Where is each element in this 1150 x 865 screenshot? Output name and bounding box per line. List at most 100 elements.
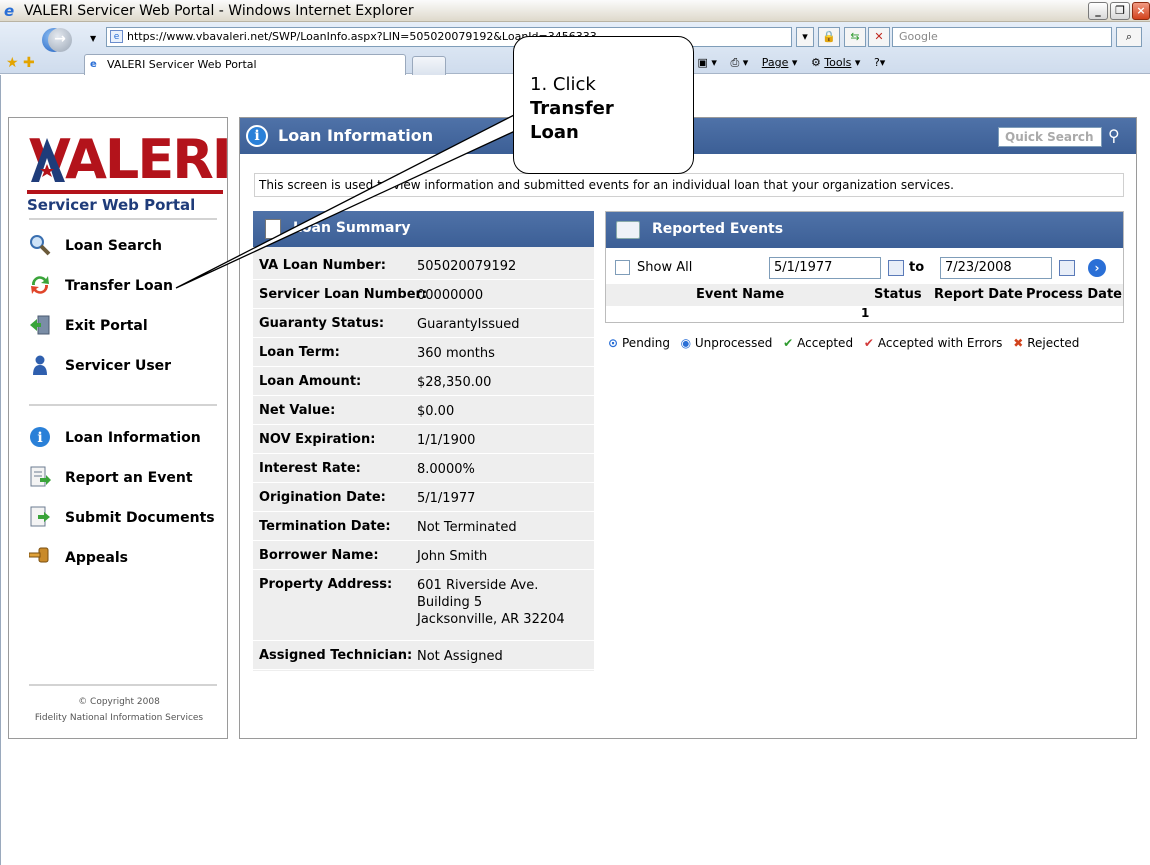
refresh-icon[interactable]: ⇆: [844, 27, 866, 47]
legend-label: Accepted with Errors: [877, 336, 1003, 350]
column-header[interactable]: Event Name: [696, 287, 784, 302]
summary-value: Not Terminated: [417, 520, 517, 535]
to-label: to: [909, 260, 925, 275]
from-date-input[interactable]: 5/1/1977: [769, 257, 881, 279]
nav-label: Appeals: [65, 550, 128, 566]
close-button[interactable]: ×: [1132, 2, 1150, 20]
feeds-icon[interactable]: ▣ ▾: [698, 56, 717, 69]
summary-label: VA Loan Number:: [259, 258, 386, 273]
user-icon: [33, 355, 47, 375]
column-header[interactable]: Process Date: [1026, 287, 1122, 302]
checkmark-error-icon: ✔: [863, 336, 874, 350]
new-tab-button[interactable]: [412, 56, 446, 76]
x-icon: ✖: [1013, 336, 1024, 350]
magnifier-icon: [30, 235, 51, 256]
legend-accepted-errors: ✔ Accepted with Errors: [862, 336, 1003, 350]
transfer-arrows-icon: [31, 276, 49, 294]
flag-icon: [31, 138, 65, 182]
summary-label: Interest Rate:: [259, 461, 361, 476]
notebook-icon: [265, 219, 281, 239]
summary-row: Loan Term: 360 months: [253, 339, 594, 367]
stop-icon[interactable]: ✕: [868, 27, 890, 47]
legend-label: Accepted: [797, 336, 854, 350]
summary-label: Termination Date:: [259, 519, 391, 534]
to-date-input[interactable]: 7/23/2008: [940, 257, 1052, 279]
summary-row: Loan Amount: $28,350.00: [253, 368, 594, 396]
search-icon[interactable]: ⌕: [1116, 27, 1142, 47]
reported-events-title: Reported Events: [652, 221, 784, 237]
window-titlebar: e VALERI Servicer Web Portal - Windows I…: [0, 0, 1150, 22]
valeri-logo: VALERI Servicer Web Portal: [25, 132, 232, 222]
legend-label: Unprocessed: [694, 336, 773, 350]
tools-menu-label: Tools: [824, 56, 852, 69]
checkmark-icon: ✔: [783, 336, 794, 350]
summary-row: Termination Date: Not Terminated: [253, 513, 594, 541]
summary-row: VA Loan Number: 505020079192: [253, 252, 594, 280]
nav-label: Transfer Loan: [65, 278, 173, 294]
window-title: VALERI Servicer Web Portal - Windows Int…: [24, 3, 414, 19]
page-menu-label: Page: [761, 56, 789, 69]
tools-menu[interactable]: ⚙ Tools ▾: [811, 56, 861, 69]
unprocessed-icon: ◉: [680, 336, 692, 350]
events-pager-count[interactable]: 1: [861, 306, 869, 320]
summary-row: Net Value: $0.00: [253, 397, 594, 425]
callout-target: Loan: [530, 122, 579, 143]
summary-value: 601 Riverside Ave. Building 5 Jacksonvil…: [417, 577, 565, 628]
summary-value: John Smith: [417, 549, 488, 564]
nav-label: Exit Portal: [65, 318, 148, 334]
forward-button[interactable]: →: [48, 28, 72, 52]
events-table-header: Event Name Status Report Date Process Da…: [606, 284, 1123, 306]
calendar-icon[interactable]: [888, 260, 904, 276]
summary-label: Origination Date:: [259, 490, 386, 505]
show-all-checkbox[interactable]: [615, 260, 630, 275]
lock-icon[interactable]: 🔒: [818, 27, 840, 47]
search-input[interactable]: Google: [892, 27, 1112, 47]
reported-events-header: Reported Events: [606, 212, 1123, 248]
command-bar: ⌂ ▾ ▣ ▾ ⎙ ▾ Page ▾ ⚙ Tools ▾ ?▾: [668, 56, 895, 70]
history-dropdown-icon[interactable]: ▼: [90, 34, 96, 43]
nav-divider: [29, 684, 217, 686]
calendar-icon[interactable]: [1059, 260, 1075, 276]
legend-pending: ⊙ Pending: [606, 336, 670, 350]
address-line: 601 Riverside Ave.: [417, 578, 539, 593]
page-title: Loan Information: [278, 126, 434, 145]
legend-accepted: ✔ Accepted: [781, 336, 853, 350]
loan-summary-header: Loan Summary: [253, 211, 594, 247]
page-menu[interactable]: Page ▾: [762, 56, 798, 69]
page-description: This screen is used to view information …: [254, 173, 1124, 197]
loan-summary-title: Loan Summary: [293, 220, 411, 236]
go-arrow-button[interactable]: ›: [1088, 259, 1106, 277]
nav-divider: [29, 218, 217, 220]
help-icon[interactable]: ?▾: [874, 56, 885, 69]
summary-value: 505020079192: [417, 259, 517, 274]
summary-label: NOV Expiration:: [259, 432, 376, 447]
legend-label: Pending: [622, 336, 670, 350]
instruction-callout: 1. Click Transfer Loan: [513, 36, 694, 174]
print-icon[interactable]: ⎙ ▾: [730, 56, 748, 69]
maximize-button[interactable]: ❐: [1110, 2, 1130, 20]
summary-label: Property Address:: [259, 577, 393, 592]
minimize-button[interactable]: _: [1088, 2, 1108, 20]
summary-row: Guaranty Status: GuarantyIssued: [253, 310, 594, 338]
summary-value: 8.0000%: [417, 462, 475, 477]
address-dropdown-icon[interactable]: ▾: [796, 27, 814, 47]
summary-label: Net Value:: [259, 403, 336, 418]
quick-search-input[interactable]: Quick Search: [998, 127, 1102, 147]
column-header[interactable]: Status: [874, 287, 922, 302]
main-panel: i Loan Information Quick Search ⚲ This s…: [239, 117, 1137, 739]
summary-value: 5/1/1977: [417, 491, 476, 506]
legend-rejected: ✖ Rejected: [1011, 336, 1079, 350]
summary-label: Servicer Loan Number:: [259, 287, 428, 302]
pending-icon: ⊙: [607, 336, 619, 350]
report-icon: [30, 466, 51, 487]
nav-label: Servicer User: [65, 358, 172, 374]
summary-row: NOV Expiration: 1/1/1900: [253, 426, 594, 454]
column-header[interactable]: Report Date: [934, 287, 1023, 302]
browser-tab[interactable]: e VALERI Servicer Web Portal: [84, 54, 406, 76]
summary-value: 360 months: [417, 346, 495, 361]
search-icon[interactable]: ⚲: [1108, 126, 1128, 146]
summary-row: Property Address: 601 Riverside Ave. Bui…: [253, 571, 594, 641]
nav-label: Submit Documents: [65, 510, 215, 526]
envelope-icon: [616, 221, 640, 239]
favorites-star-icon[interactable]: ★ ✚: [6, 55, 35, 71]
